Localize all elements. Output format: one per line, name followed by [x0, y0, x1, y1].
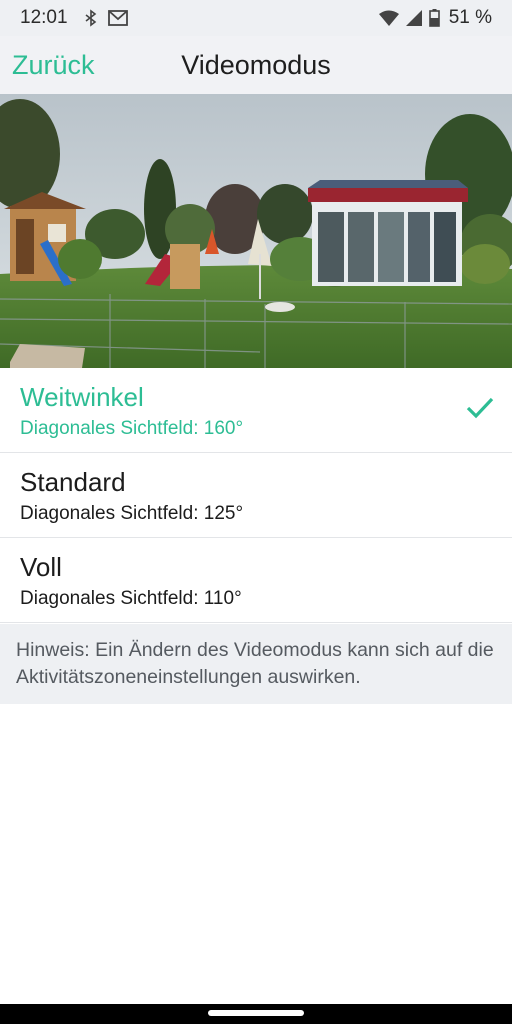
hint-box: Hinweis: Ein Ändern des Videomodus kann … [0, 624, 512, 704]
option-title: Weitwinkel [20, 382, 144, 412]
video-mode-options: Weitwinkel Diagonales Sichtfeld: 160° St… [0, 368, 512, 623]
option-subtitle: Diagonales Sichtfeld: 125° [20, 503, 244, 524]
wifi-icon [378, 10, 399, 26]
battery-icon [428, 9, 440, 27]
option-subtitle: Diagonales Sichtfeld: 110° [20, 588, 242, 609]
option-voll[interactable]: Voll Diagonales Sichtfeld: 110° [0, 538, 512, 623]
option-title: Standard [20, 467, 126, 497]
status-time: 12:01 [20, 7, 68, 28]
gmail-icon [107, 10, 128, 26]
signal-icon [405, 10, 422, 26]
hint-text: Hinweis: Ein Ändern des Videomodus kann … [16, 639, 494, 688]
battery-percent: 51 % [448, 7, 492, 28]
system-nav-bar [0, 1004, 512, 1024]
check-icon [466, 397, 494, 419]
status-right: 51 % [378, 7, 492, 29]
option-weitwinkel[interactable]: Weitwinkel Diagonales Sichtfeld: 160° [0, 368, 512, 453]
header: Zurück Videomodus [0, 36, 512, 94]
home-gesture-handle[interactable] [208, 1010, 304, 1016]
option-title: Voll [20, 552, 62, 582]
option-standard[interactable]: Standard Diagonales Sichtfeld: 125° [0, 453, 512, 538]
camera-preview-image [0, 94, 512, 368]
status-bar: 12:01 51 % [0, 0, 512, 36]
bluetooth-sync-icon [85, 9, 96, 27]
option-subtitle: Diagonales Sichtfeld: 160° [20, 418, 244, 439]
status-left-icons [82, 9, 128, 27]
page-title: Videomodus [181, 50, 331, 80]
